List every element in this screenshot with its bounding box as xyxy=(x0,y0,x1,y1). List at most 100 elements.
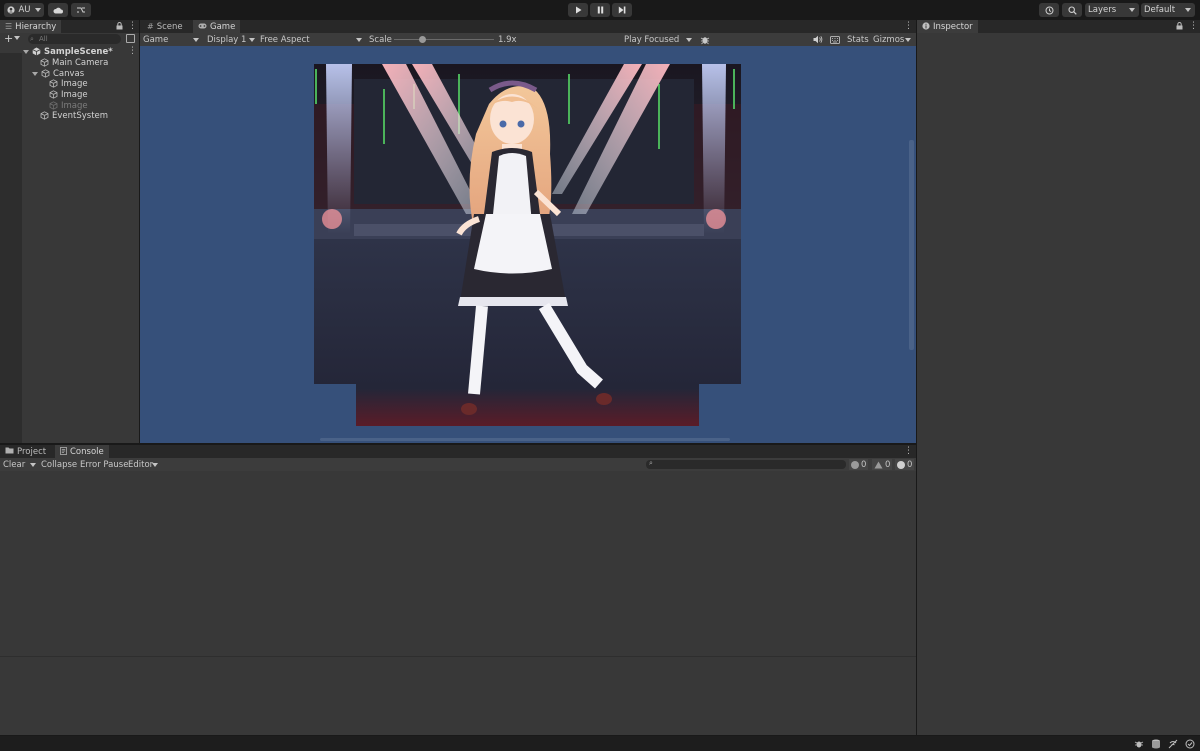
log-count-toggle[interactable]: 0 xyxy=(849,459,869,470)
tab-console[interactable]: Console xyxy=(55,445,109,458)
console-toolbar: Clear Collapse Error Pause Editor ⌕ 0 0 … xyxy=(0,458,916,471)
editor-dropdown[interactable]: Editor xyxy=(128,458,158,471)
lock-icon[interactable] xyxy=(116,22,123,33)
more-options-icon[interactable]: ⋮ xyxy=(904,447,913,456)
panel-divider[interactable] xyxy=(916,20,917,735)
info-icon xyxy=(922,21,930,32)
stats-button[interactable]: Stats xyxy=(847,33,869,46)
account-label: AU xyxy=(18,5,31,15)
progress-icon[interactable] xyxy=(1185,739,1195,749)
scale-slider[interactable] xyxy=(394,36,494,43)
clear-label: Clear xyxy=(3,459,26,470)
hierarchy-search-input[interactable]: ⌕ All xyxy=(28,34,121,44)
step-icon xyxy=(618,6,626,14)
tab-console-label: Console xyxy=(70,446,104,457)
game-render-image xyxy=(314,64,741,426)
more-options-icon[interactable]: ⋮ xyxy=(904,22,913,31)
lock-icon[interactable] xyxy=(1176,22,1183,33)
scale-label: Scale xyxy=(369,34,392,45)
list-icon: ☰ xyxy=(5,22,13,31)
play-mode-dropdown[interactable]: Play Focused xyxy=(624,33,692,46)
chevron-down-icon xyxy=(249,38,255,42)
collab-icon xyxy=(77,7,85,13)
layout-dropdown[interactable]: Default xyxy=(1141,3,1195,17)
tab-game[interactable]: Game xyxy=(193,20,241,33)
aspect-dropdown[interactable]: Free Aspect xyxy=(260,33,362,46)
frame-debugger-button[interactable] xyxy=(700,33,710,46)
play-button[interactable] xyxy=(568,3,588,17)
error-pause-toggle[interactable]: Error Pause xyxy=(80,458,128,471)
mute-audio-button[interactable] xyxy=(813,33,823,46)
tab-project[interactable]: Project xyxy=(0,445,51,458)
console-icon xyxy=(60,446,67,457)
step-button[interactable] xyxy=(612,3,632,17)
tree-item-event-system[interactable]: EventSystem xyxy=(40,110,108,121)
inspector-tabbar: Inspector ⋮ xyxy=(917,20,1200,33)
history-icon xyxy=(1045,6,1053,14)
aspect-label: Free Aspect xyxy=(260,34,310,45)
hierarchy-visibility-column xyxy=(0,53,22,463)
chevron-down-icon xyxy=(905,38,911,42)
version-control-button[interactable] xyxy=(71,3,91,17)
tree-item-scene[interactable]: SampleScene* xyxy=(23,46,113,57)
tree-item-image[interactable]: Image xyxy=(49,89,88,100)
cloud-button[interactable] xyxy=(48,3,68,17)
undo-history-button[interactable] xyxy=(1039,3,1059,17)
tree-item-image[interactable]: Image xyxy=(49,78,88,89)
database-icon[interactable] xyxy=(1151,739,1161,749)
tree-item-label: Image xyxy=(61,78,88,89)
tab-game-label: Game xyxy=(210,21,236,32)
horizontal-scrollbar[interactable] xyxy=(320,438,730,441)
console-search-input[interactable]: ⌕ xyxy=(646,459,846,469)
hierarchy-tabbar: ☰ Hierarchy ⋮ xyxy=(0,20,139,33)
chevron-down-icon xyxy=(686,38,692,42)
console-splitter[interactable] xyxy=(0,656,916,657)
add-button[interactable]: + xyxy=(4,33,21,45)
play-mode-label: Play Focused xyxy=(624,34,680,45)
game-view-controls: Game Display 1 Free Aspect Scale 1.9x Pl… xyxy=(140,33,916,46)
expand-arrow-icon xyxy=(32,71,38,76)
account-dropdown[interactable]: AU xyxy=(4,3,44,17)
vertical-scrollbar[interactable] xyxy=(909,140,914,350)
view-mode-dropdown[interactable]: Game xyxy=(143,33,201,46)
more-options-icon[interactable]: ⋮ xyxy=(1189,22,1198,31)
hierarchy-toolbar: + ⌕ All xyxy=(0,33,139,45)
scene-visibility-icon[interactable] xyxy=(126,34,135,43)
tree-item-main-camera[interactable]: Main Camera xyxy=(40,57,108,68)
search-button[interactable] xyxy=(1062,3,1082,17)
scale-slider-thumb[interactable] xyxy=(418,36,426,43)
tab-inspector[interactable]: Inspector xyxy=(917,20,978,33)
main-toolbar: AU Layers Default xyxy=(0,0,1200,20)
gameobject-icon xyxy=(49,90,58,99)
pause-button[interactable] xyxy=(590,3,610,17)
debug-mode-icon[interactable] xyxy=(1134,739,1144,749)
console-tabbar: Project Console ⋮ xyxy=(0,445,916,458)
panel-divider[interactable] xyxy=(0,443,916,445)
warning-count-toggle[interactable]: 0 xyxy=(872,459,893,470)
error-count: 0 xyxy=(907,459,913,470)
info-icon xyxy=(851,460,859,469)
search-icon: ⌕ xyxy=(30,35,34,43)
tab-scene[interactable]: # Scene xyxy=(142,20,188,33)
error-icon xyxy=(897,460,905,469)
panel-divider[interactable] xyxy=(139,20,140,443)
error-count-toggle[interactable]: 0 xyxy=(895,459,915,470)
layers-dropdown[interactable]: Layers xyxy=(1085,3,1139,17)
shortcuts-button[interactable] xyxy=(830,33,840,46)
grid-icon: # xyxy=(147,22,154,31)
speaker-icon xyxy=(813,35,823,44)
pause-icon xyxy=(597,6,603,14)
more-options-icon[interactable]: ⋮ xyxy=(128,22,137,31)
gameobject-icon xyxy=(40,58,49,67)
tab-inspector-label: Inspector xyxy=(933,21,973,32)
warning-icon xyxy=(874,461,883,468)
gizmos-dropdown[interactable]: Gizmos xyxy=(873,33,913,46)
display-dropdown[interactable]: Display 1 xyxy=(207,33,255,46)
gameobject-icon xyxy=(49,101,58,110)
layers-label: Layers xyxy=(1088,5,1117,15)
network-off-icon[interactable] xyxy=(1168,739,1178,749)
clear-dropdown[interactable]: Clear xyxy=(3,458,36,471)
collapse-toggle[interactable]: Collapse xyxy=(41,458,77,471)
hierarchy-panel: ☰ Hierarchy ⋮ + ⌕ All SampleScene* ⋮ Mai… xyxy=(0,20,139,463)
more-options-icon[interactable]: ⋮ xyxy=(128,47,137,56)
